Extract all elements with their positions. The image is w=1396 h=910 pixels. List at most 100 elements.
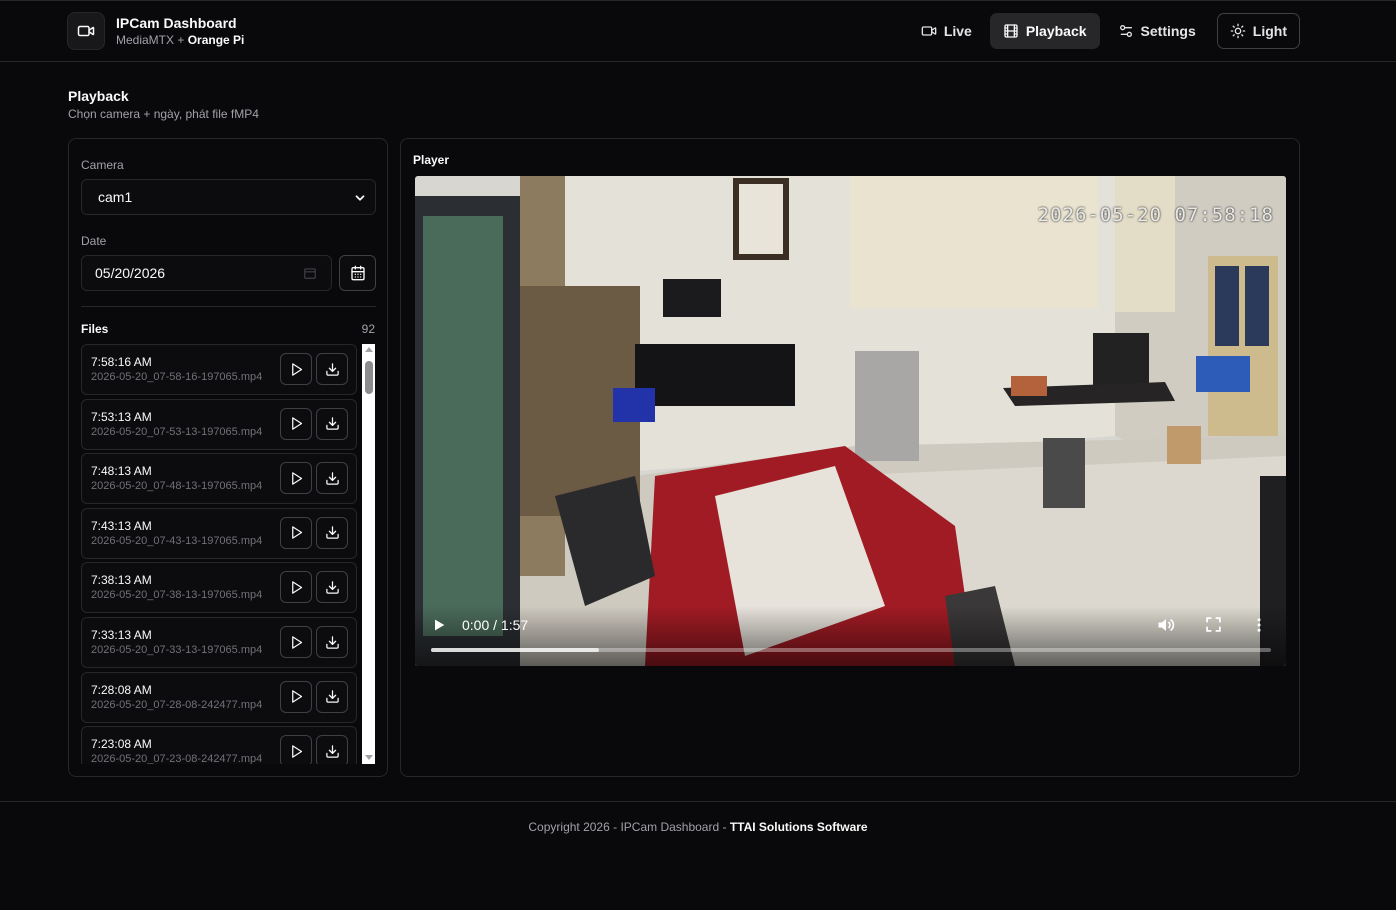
nav-live-label: Live — [943, 23, 972, 39]
download-file-button[interactable] — [316, 516, 348, 549]
footer: Copyright 2026 - IPCam Dashboard - TTAI … — [0, 801, 1396, 910]
file-time: 7:43:13 AM — [91, 518, 152, 533]
nav-playback-label: Playback — [1025, 23, 1087, 39]
file-item[interactable]: 7:23:08 AM 2026-05-20_07-23-08-242477.mp4 — [81, 726, 357, 764]
play-file-button[interactable] — [280, 571, 312, 604]
download-file-button[interactable] — [316, 571, 348, 604]
sliders-icon — [1119, 24, 1132, 37]
page-title: Playback — [68, 88, 129, 104]
app-subtitle: MediaMTX + Orange Pi — [116, 32, 245, 47]
file-name: 2026-05-20_07-23-08-242477.mp4 — [91, 753, 263, 764]
play-icon — [291, 417, 302, 430]
scroll-down-arrow[interactable] — [365, 755, 373, 760]
video-camera-icon — [67, 12, 105, 50]
theme-toggle-button[interactable]: Light — [1216, 13, 1300, 49]
file-name: 2026-05-20_07-53-13-197065.mp4 — [91, 425, 263, 438]
date-input-value: 05/20/2026 — [95, 265, 166, 281]
download-icon — [325, 471, 339, 485]
play-file-button[interactable] — [280, 462, 312, 495]
date-label: Date — [81, 234, 107, 248]
nav-settings-label: Settings — [1140, 23, 1196, 39]
download-file-button[interactable] — [316, 626, 348, 658]
fullscreen-icon[interactable] — [1205, 616, 1222, 633]
file-item[interactable]: 7:48:13 AM 2026-05-20_07-48-13-197065.mp4 — [81, 453, 357, 505]
file-time: 7:58:16 AM — [91, 355, 152, 369]
file-name: 2026-05-20_07-33-13-197065.mp4 — [91, 644, 263, 656]
volume-icon[interactable] — [1156, 615, 1176, 635]
file-list: 7:58:16 AM 2026-05-20_07-58-16-197065.mp4… — [81, 344, 375, 764]
filter-panel: Camera cam1 Date 05/20/2026 Files 92 7:5… — [68, 138, 388, 777]
video-camera-icon — [921, 26, 937, 36]
download-file-button[interactable] — [316, 407, 348, 440]
file-time: 7:28:08 AM — [91, 682, 152, 697]
scroll-up-arrow[interactable] — [365, 347, 373, 352]
video-player[interactable]: 2026-05-20 07:58:18 0:00 / 1:57 — [415, 176, 1286, 666]
video-timestamp-overlay: 2026-05-20 07:58:18 — [1037, 204, 1274, 226]
files-count: 92 — [361, 322, 375, 336]
file-name: 2026-05-20_07-58-16-197065.mp4 — [91, 371, 263, 383]
brand[interactable]: IPCam Dashboard MediaMTX + Orange Pi — [67, 12, 244, 50]
file-item[interactable]: 7:58:16 AM 2026-05-20_07-58-16-197065.mp4 — [81, 344, 357, 395]
video-progress-bar[interactable] — [431, 648, 1271, 652]
download-file-button[interactable] — [316, 735, 348, 764]
download-icon — [325, 690, 339, 703]
app-title: IPCam Dashboard — [116, 14, 237, 31]
player-title: Player — [413, 153, 450, 167]
file-time: 7:33:13 AM — [91, 628, 152, 642]
file-item[interactable]: 7:38:13 AM 2026-05-20_07-38-13-197065.mp4 — [81, 562, 357, 614]
play-file-button[interactable] — [280, 516, 312, 549]
file-item[interactable]: 7:53:13 AM 2026-05-20_07-53-13-197065.mp4 — [81, 398, 357, 450]
download-icon — [325, 417, 339, 430]
scroll-thumb[interactable] — [365, 361, 373, 394]
film-icon — [1004, 24, 1018, 38]
video-time-display: 0:00 / 1:57 — [462, 617, 529, 633]
player-panel: Player 2026-05-20 07:58:18 0:00 / 1:57 — [400, 138, 1300, 777]
nav-playback[interactable]: Playback — [989, 13, 1100, 49]
calendar-icon — [350, 265, 365, 281]
footer-text: Copyright 2026 - IPCam Dashboard - — [528, 820, 727, 834]
download-icon — [325, 744, 339, 758]
play-icon — [291, 526, 302, 540]
play-file-button[interactable] — [280, 407, 312, 440]
date-input[interactable]: 05/20/2026 — [81, 255, 332, 291]
file-name: 2026-05-20_07-43-13-197065.mp4 — [91, 534, 263, 547]
main-nav: Live Playback Settings Light — [903, 13, 1300, 49]
play-icon — [291, 635, 302, 649]
file-name: 2026-05-20_07-38-13-197065.mp4 — [91, 589, 263, 602]
page-subtitle: Chọn camera + ngày, phát file fMP4 — [68, 107, 259, 121]
camera-label: Camera — [81, 158, 124, 172]
scrollbar[interactable] — [362, 344, 375, 764]
camera-select[interactable]: cam1 — [81, 179, 376, 215]
file-time: 7:23:08 AM — [91, 737, 152, 752]
play-icon — [291, 471, 302, 485]
download-file-button[interactable] — [316, 680, 348, 713]
theme-toggle-label: Light — [1252, 23, 1287, 39]
file-time: 7:53:13 AM — [91, 409, 152, 424]
file-time: 7:48:13 AM — [91, 464, 152, 479]
calendar-picker-icon[interactable] — [303, 266, 317, 280]
play-file-button[interactable] — [280, 353, 312, 385]
footer-company[interactable]: TTAI Solutions Software — [730, 820, 868, 834]
file-item[interactable]: 7:33:13 AM 2026-05-20_07-33-13-197065.mp4 — [81, 617, 357, 668]
download-file-button[interactable] — [316, 353, 348, 385]
play-file-button[interactable] — [280, 735, 312, 764]
play-icon — [291, 581, 302, 594]
file-item[interactable]: 7:43:13 AM 2026-05-20_07-43-13-197065.mp4 — [81, 507, 357, 559]
calendar-button[interactable] — [339, 255, 376, 291]
play-icon[interactable] — [431, 617, 447, 633]
more-options-icon[interactable] — [1250, 616, 1268, 634]
file-name: 2026-05-20_07-28-08-242477.mp4 — [91, 698, 263, 711]
play-file-button[interactable] — [280, 680, 312, 713]
camera-select-value: cam1 — [98, 189, 133, 205]
divider — [81, 306, 376, 307]
play-icon — [291, 690, 302, 703]
nav-settings[interactable]: Settings — [1105, 13, 1209, 49]
nav-live[interactable]: Live — [908, 13, 985, 49]
file-name: 2026-05-20_07-48-13-197065.mp4 — [91, 480, 263, 493]
play-file-button[interactable] — [280, 626, 312, 658]
download-file-button[interactable] — [316, 462, 348, 495]
app-header: IPCam Dashboard MediaMTX + Orange Pi Liv… — [0, 1, 1396, 62]
video-controls: 0:00 / 1:57 — [415, 606, 1286, 666]
sun-icon — [1230, 23, 1246, 39]
file-item[interactable]: 7:28:08 AM 2026-05-20_07-28-08-242477.mp4 — [81, 671, 357, 723]
